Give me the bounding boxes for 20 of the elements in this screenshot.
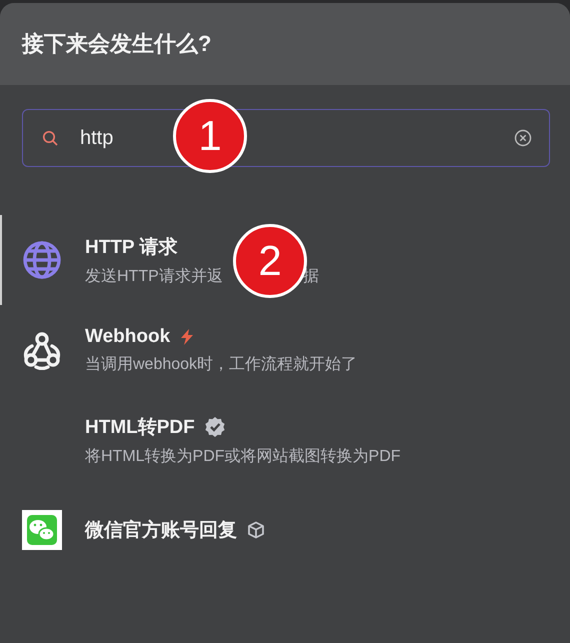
node-title: HTML转PDF: [85, 416, 195, 440]
node-description: 发送HTTP请求并返: [85, 266, 223, 286]
node-description: 当调用webhook时，工作流程就开始了: [85, 354, 358, 374]
lightning-icon: [180, 328, 194, 344]
node-title: HTTP 请求: [85, 236, 178, 260]
node-list-item[interactable]: 微信官方账号回复: [0, 485, 570, 575]
chat-bubbles-icon: [22, 510, 62, 550]
node-title: 微信官方账号回复: [85, 518, 237, 543]
node-description: 将HTML转换为PDF或将网站截图转换为PDF: [85, 446, 401, 466]
search-icon: [42, 130, 58, 146]
node-title: Webhook: [85, 326, 170, 348]
verified-badge-icon: [204, 416, 225, 436]
cube-icon: [247, 521, 265, 539]
node-list-item[interactable]: Webhook 当调用webhook时，工作流程就开始了: [0, 305, 570, 395]
node-list-item[interactable]: HTML转PDF 将HTML转换为PDF或将网站截图转换为PDF: [0, 395, 570, 485]
clear-icon[interactable]: [514, 129, 532, 147]
dialog-title: 接下来会发生什么?: [22, 30, 212, 58]
number-callout: 1: [173, 99, 247, 173]
webhook-icon: [22, 330, 62, 370]
globe-icon: [22, 240, 62, 280]
